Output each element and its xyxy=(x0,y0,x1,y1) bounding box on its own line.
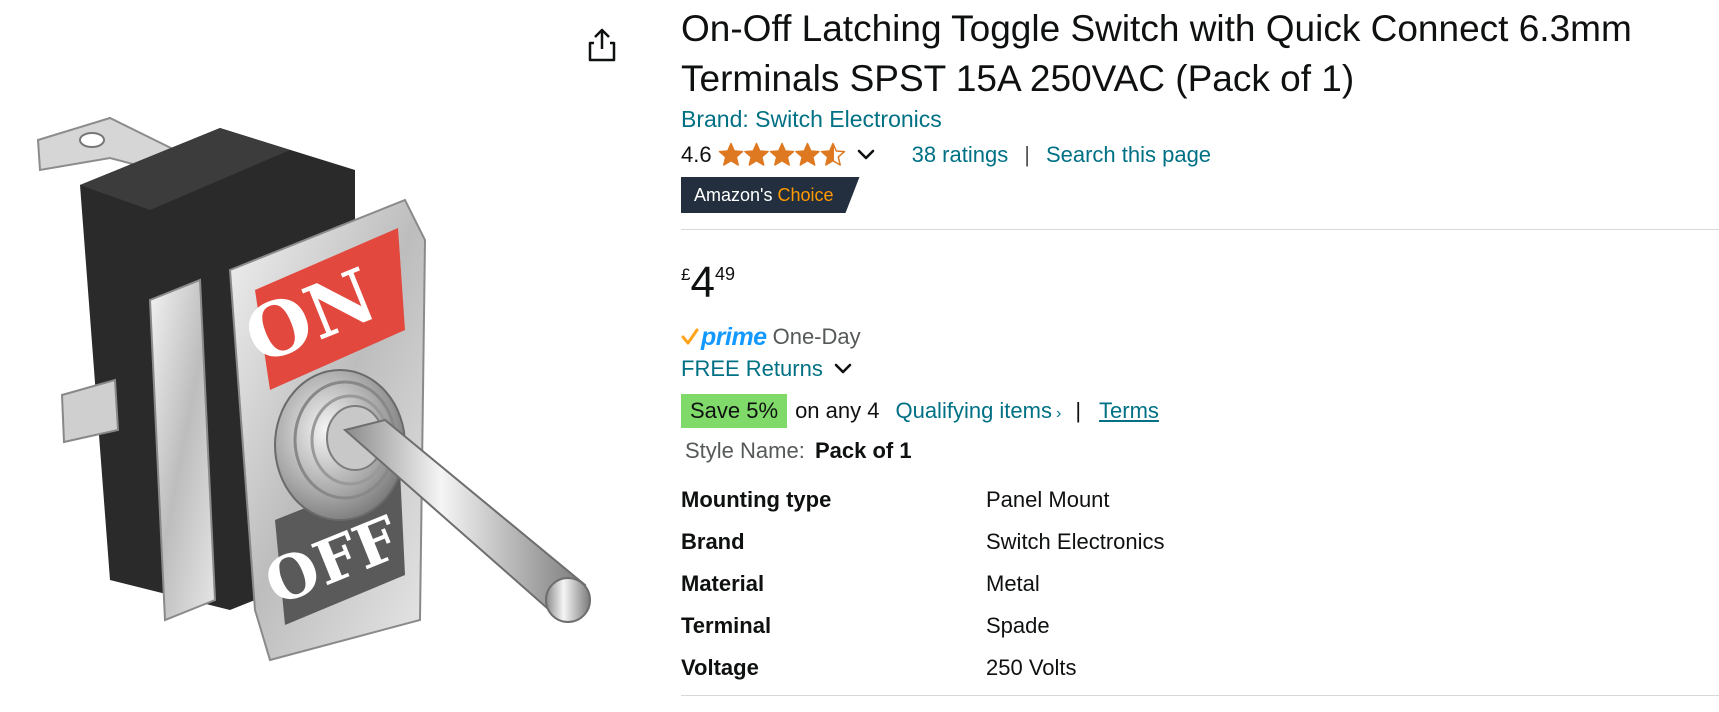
style-name: Style Name: Pack of 1 xyxy=(685,438,912,464)
product-title: On-Off Latching Toggle Switch with Quick… xyxy=(681,8,1632,99)
promo-separator: | xyxy=(1075,398,1082,423)
prime-delivery[interactable]: prime One-Day xyxy=(681,322,861,352)
price-whole: 4 xyxy=(690,258,715,307)
rating-value: 4.6 xyxy=(681,142,712,167)
divider xyxy=(681,695,1719,696)
toggle-switch-image: ON OFF xyxy=(36,116,591,662)
style-value: Pack of 1 xyxy=(814,438,912,463)
amazons-choice-badge[interactable]: Amazon's Choice xyxy=(681,177,860,213)
badge-choice: Choice xyxy=(777,184,834,205)
ratings-count-link[interactable]: 38 ratings xyxy=(912,142,1009,168)
spec-row: Mounting type Panel Mount xyxy=(681,479,1165,521)
spec-key: Material xyxy=(681,571,765,596)
qualifying-items-label: Qualifying items xyxy=(895,398,1052,423)
spec-row: Terminal Spade xyxy=(681,605,1165,647)
spec-value: Panel Mount xyxy=(986,487,1110,512)
promotion-text: on any 4 xyxy=(795,398,880,423)
product-image[interactable]: ON OFF xyxy=(0,0,600,707)
spec-value: 250 Volts xyxy=(986,655,1077,680)
star-icon xyxy=(769,142,794,166)
chevron-down-icon xyxy=(833,362,853,376)
price-fraction: 49 xyxy=(714,264,735,284)
chevron-right-icon: › xyxy=(1055,405,1062,422)
spec-key: Brand xyxy=(681,529,745,554)
spec-key: Voltage xyxy=(681,655,759,680)
product-specs-table: Mounting type Panel Mount Brand Switch E… xyxy=(681,479,1165,689)
one-day-label: One-Day xyxy=(772,324,861,349)
share-button[interactable] xyxy=(586,27,618,63)
star-icon xyxy=(718,142,743,166)
save-badge: Save 5% xyxy=(681,394,788,428)
spec-row: Material Metal xyxy=(681,563,1165,605)
rating-separator: | xyxy=(1024,142,1030,167)
qualifying-items-link[interactable]: Qualifying items › xyxy=(895,398,1061,424)
terms-link[interactable]: Terms xyxy=(1099,398,1159,424)
star-icon xyxy=(743,142,769,166)
badge-prefix: Amazon's xyxy=(694,184,773,205)
promotion-row: Save 5% on any 4 Qualifying items › | Ter… xyxy=(681,394,1159,428)
search-this-page-link[interactable]: Search this page xyxy=(1046,142,1211,168)
spec-value: Switch Electronics xyxy=(986,529,1165,554)
share-icon xyxy=(588,28,616,62)
spec-key: Mounting type xyxy=(681,487,832,512)
product-info: On-Off Latching Toggle Switch with Quick… xyxy=(681,0,1719,707)
spec-value: Spade xyxy=(986,613,1050,638)
price: £ 4 49 xyxy=(681,258,735,308)
star-rating-icon xyxy=(718,142,845,166)
divider xyxy=(681,229,1719,230)
spec-row: Brand Switch Electronics xyxy=(681,521,1165,563)
spec-value: Metal xyxy=(986,571,1040,596)
prime-logo: prime xyxy=(701,322,767,351)
prime-check-icon xyxy=(681,328,699,345)
spec-key: Terminal xyxy=(681,613,772,638)
style-label: Style Name: xyxy=(685,438,805,463)
star-half-icon xyxy=(820,142,845,166)
brand-link[interactable]: Brand: Switch Electronics xyxy=(681,106,942,133)
chevron-down-icon xyxy=(857,149,874,160)
spec-row: Voltage 250 Volts xyxy=(681,647,1165,689)
price-currency: £ xyxy=(681,265,691,284)
free-returns-label: FREE Returns xyxy=(681,356,823,381)
star-icon xyxy=(794,142,820,166)
free-returns-dropdown[interactable]: FREE Returns xyxy=(681,356,853,382)
rating-dropdown-button[interactable] xyxy=(856,148,876,162)
star-rating[interactable] xyxy=(718,142,846,168)
rating-row: 4.6 38 ratings | Search this page xyxy=(681,140,1211,170)
